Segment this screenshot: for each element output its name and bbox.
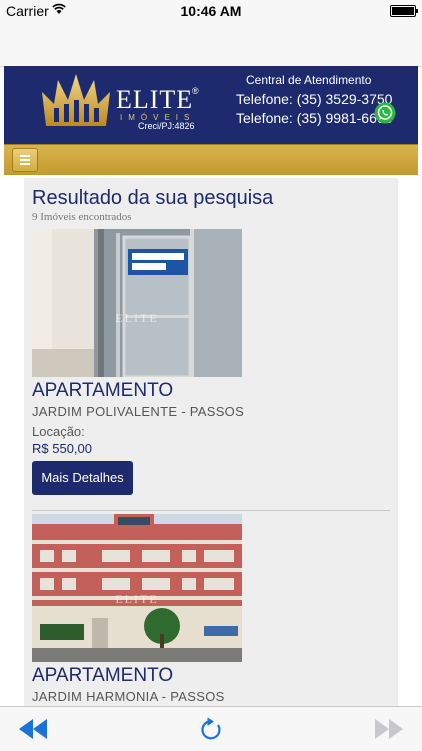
- phone-line-1[interactable]: Telefone: (35) 3529-3750: [236, 91, 392, 107]
- results-panel: Resultado da sua pesquisa 9 Imóveis enco…: [24, 178, 398, 718]
- browser-toolbar: [0, 706, 422, 751]
- fast-forward-icon: [375, 719, 403, 739]
- status-bar: Carrier 10:46 AM: [0, 0, 422, 22]
- creci-label: Creci/PJ:4826: [138, 121, 195, 131]
- logo-wordmark: ELITE: [116, 85, 194, 114]
- building-photo: [32, 514, 242, 662]
- listing-price-label: Locação:: [32, 424, 85, 439]
- results-count: 9 Imóveis encontrados: [32, 211, 132, 223]
- results-title: Resultado da sua pesquisa: [32, 187, 274, 209]
- listing-divider: [32, 510, 390, 511]
- listing-photo[interactable]: ELITE: [32, 229, 242, 377]
- listing-type: APARTAMENTO: [32, 380, 174, 401]
- photo-watermark: ELITE: [115, 311, 159, 325]
- listing-location: JARDIM POLIVALENTE - PASSOS: [32, 404, 245, 419]
- battery-icon: [390, 5, 418, 17]
- hamburger-menu-button[interactable]: [12, 148, 38, 172]
- listing-price: R$ 550,00: [32, 441, 92, 456]
- reload-icon[interactable]: [200, 717, 222, 741]
- navigation-bar: [0, 22, 422, 67]
- menu-bar: [4, 144, 418, 175]
- site-header: ELITE ® IMÓVEIS Creci/PJ:4826 Central de…: [4, 66, 418, 144]
- clock: 10:46 AM: [180, 3, 242, 19]
- registered-mark: ®: [192, 86, 199, 96]
- hamburger-icon: [20, 155, 30, 157]
- listing-photo[interactable]: ELITE: [32, 514, 242, 662]
- phone-line-2[interactable]: Telefone: (35) 9981-6666: [236, 110, 392, 126]
- storefront-photo: [32, 229, 242, 377]
- whatsapp-icon[interactable]: [374, 102, 396, 124]
- rewind-icon[interactable]: [19, 719, 47, 739]
- listing-type: APARTAMENTO: [32, 665, 174, 686]
- crown-logo-icon: [42, 74, 110, 126]
- support-title: Central de Atendimento: [246, 73, 372, 87]
- photo-watermark: ELITE: [115, 592, 159, 606]
- listing-location: JARDIM HARMONIA - PASSOS: [32, 689, 225, 704]
- details-button[interactable]: Mais Detalhes: [32, 461, 133, 495]
